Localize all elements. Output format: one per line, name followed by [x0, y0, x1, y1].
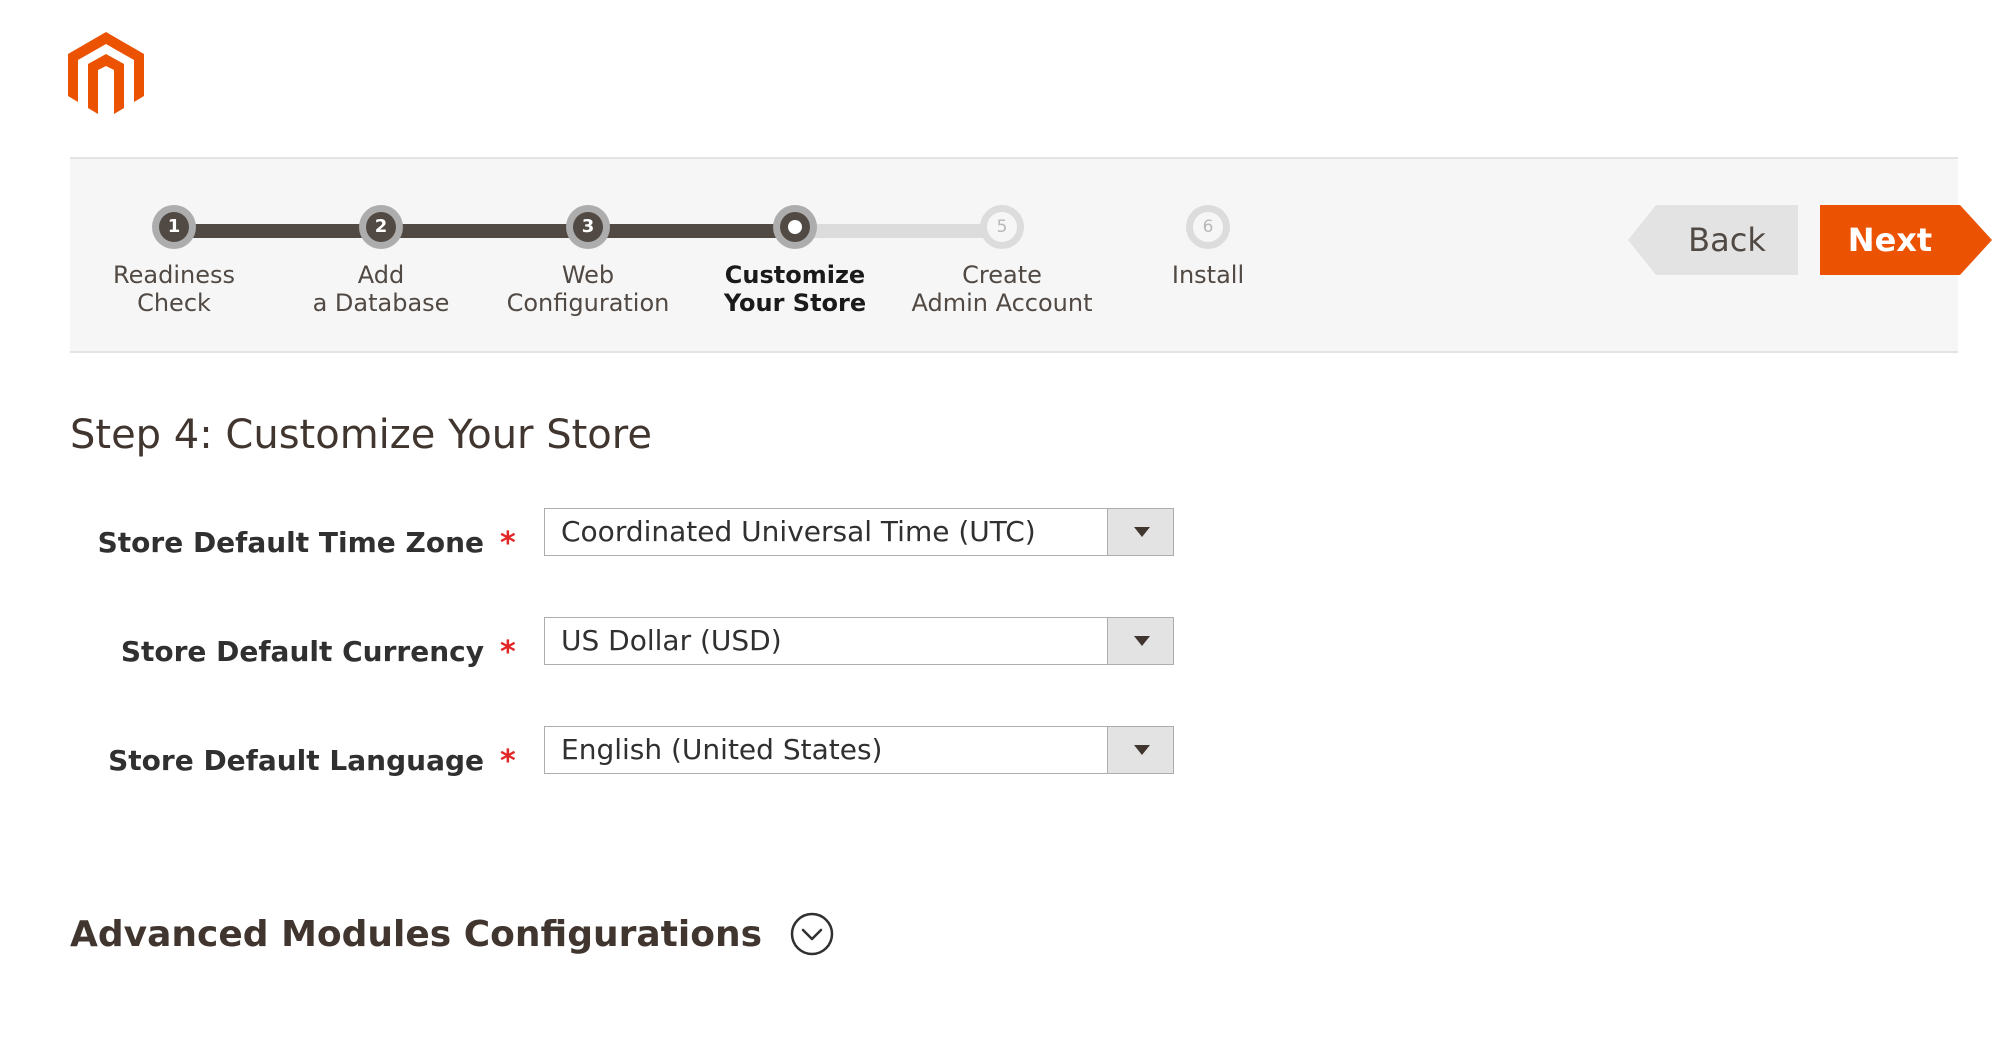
next-button[interactable]: Next [1820, 205, 1992, 275]
timezone-field: Store Default Time Zone * Coordinated Un… [0, 508, 1992, 568]
step-dot-pending: 6 [1186, 205, 1230, 249]
step-dot-pending: 5 [980, 205, 1024, 249]
language-field: Store Default Language * English (United… [0, 726, 1992, 786]
progress-track-completed [174, 224, 795, 238]
step-label: Add a Database [312, 261, 450, 317]
step-label: Create Admin Account [911, 261, 1093, 317]
required-indicator: * [500, 635, 516, 670]
required-indicator: * [500, 526, 516, 561]
language-label: Store Default Language [108, 744, 484, 777]
language-select[interactable]: English (United States) [544, 726, 1174, 774]
advanced-modules-toggle[interactable]: Advanced Modules Configurations [70, 912, 834, 956]
chevron-down-circle-icon[interactable] [790, 912, 834, 956]
step-label: Readiness Check [113, 261, 235, 317]
step-dot-completed: 2 [359, 205, 403, 249]
step-label: Customize Your Store [723, 261, 867, 317]
timezone-label: Store Default Time Zone [97, 526, 484, 559]
wizard-progress-panel: 1 Readiness Check 2 Add a Database 3 Web… [70, 157, 1992, 353]
dropdown-arrow-icon[interactable] [1107, 509, 1173, 555]
magento-logo-icon [68, 32, 144, 114]
timezone-select[interactable]: Coordinated Universal Time (UTC) [544, 508, 1174, 556]
timezone-select-value: Coordinated Universal Time (UTC) [561, 515, 1036, 548]
advanced-modules-title: Advanced Modules Configurations [70, 913, 762, 955]
step-label: Install [1171, 261, 1245, 289]
required-indicator: * [500, 744, 516, 779]
currency-label: Store Default Currency [120, 635, 484, 668]
currency-select[interactable]: US Dollar (USD) [544, 617, 1174, 665]
step-dot-current [773, 205, 817, 249]
currency-field: Store Default Currency * US Dollar (USD) [0, 617, 1992, 677]
language-select-value: English (United States) [561, 733, 883, 766]
step-label: Web Configuration [506, 261, 670, 317]
page-title: Step 4: Customize Your Store [70, 412, 652, 458]
dropdown-arrow-icon[interactable] [1107, 727, 1173, 773]
step-dot-completed: 1 [152, 205, 196, 249]
dropdown-arrow-icon[interactable] [1107, 618, 1173, 664]
back-button[interactable]: Back [1628, 205, 1798, 275]
step-dot-completed: 3 [566, 205, 610, 249]
currency-select-value: US Dollar (USD) [561, 624, 782, 657]
